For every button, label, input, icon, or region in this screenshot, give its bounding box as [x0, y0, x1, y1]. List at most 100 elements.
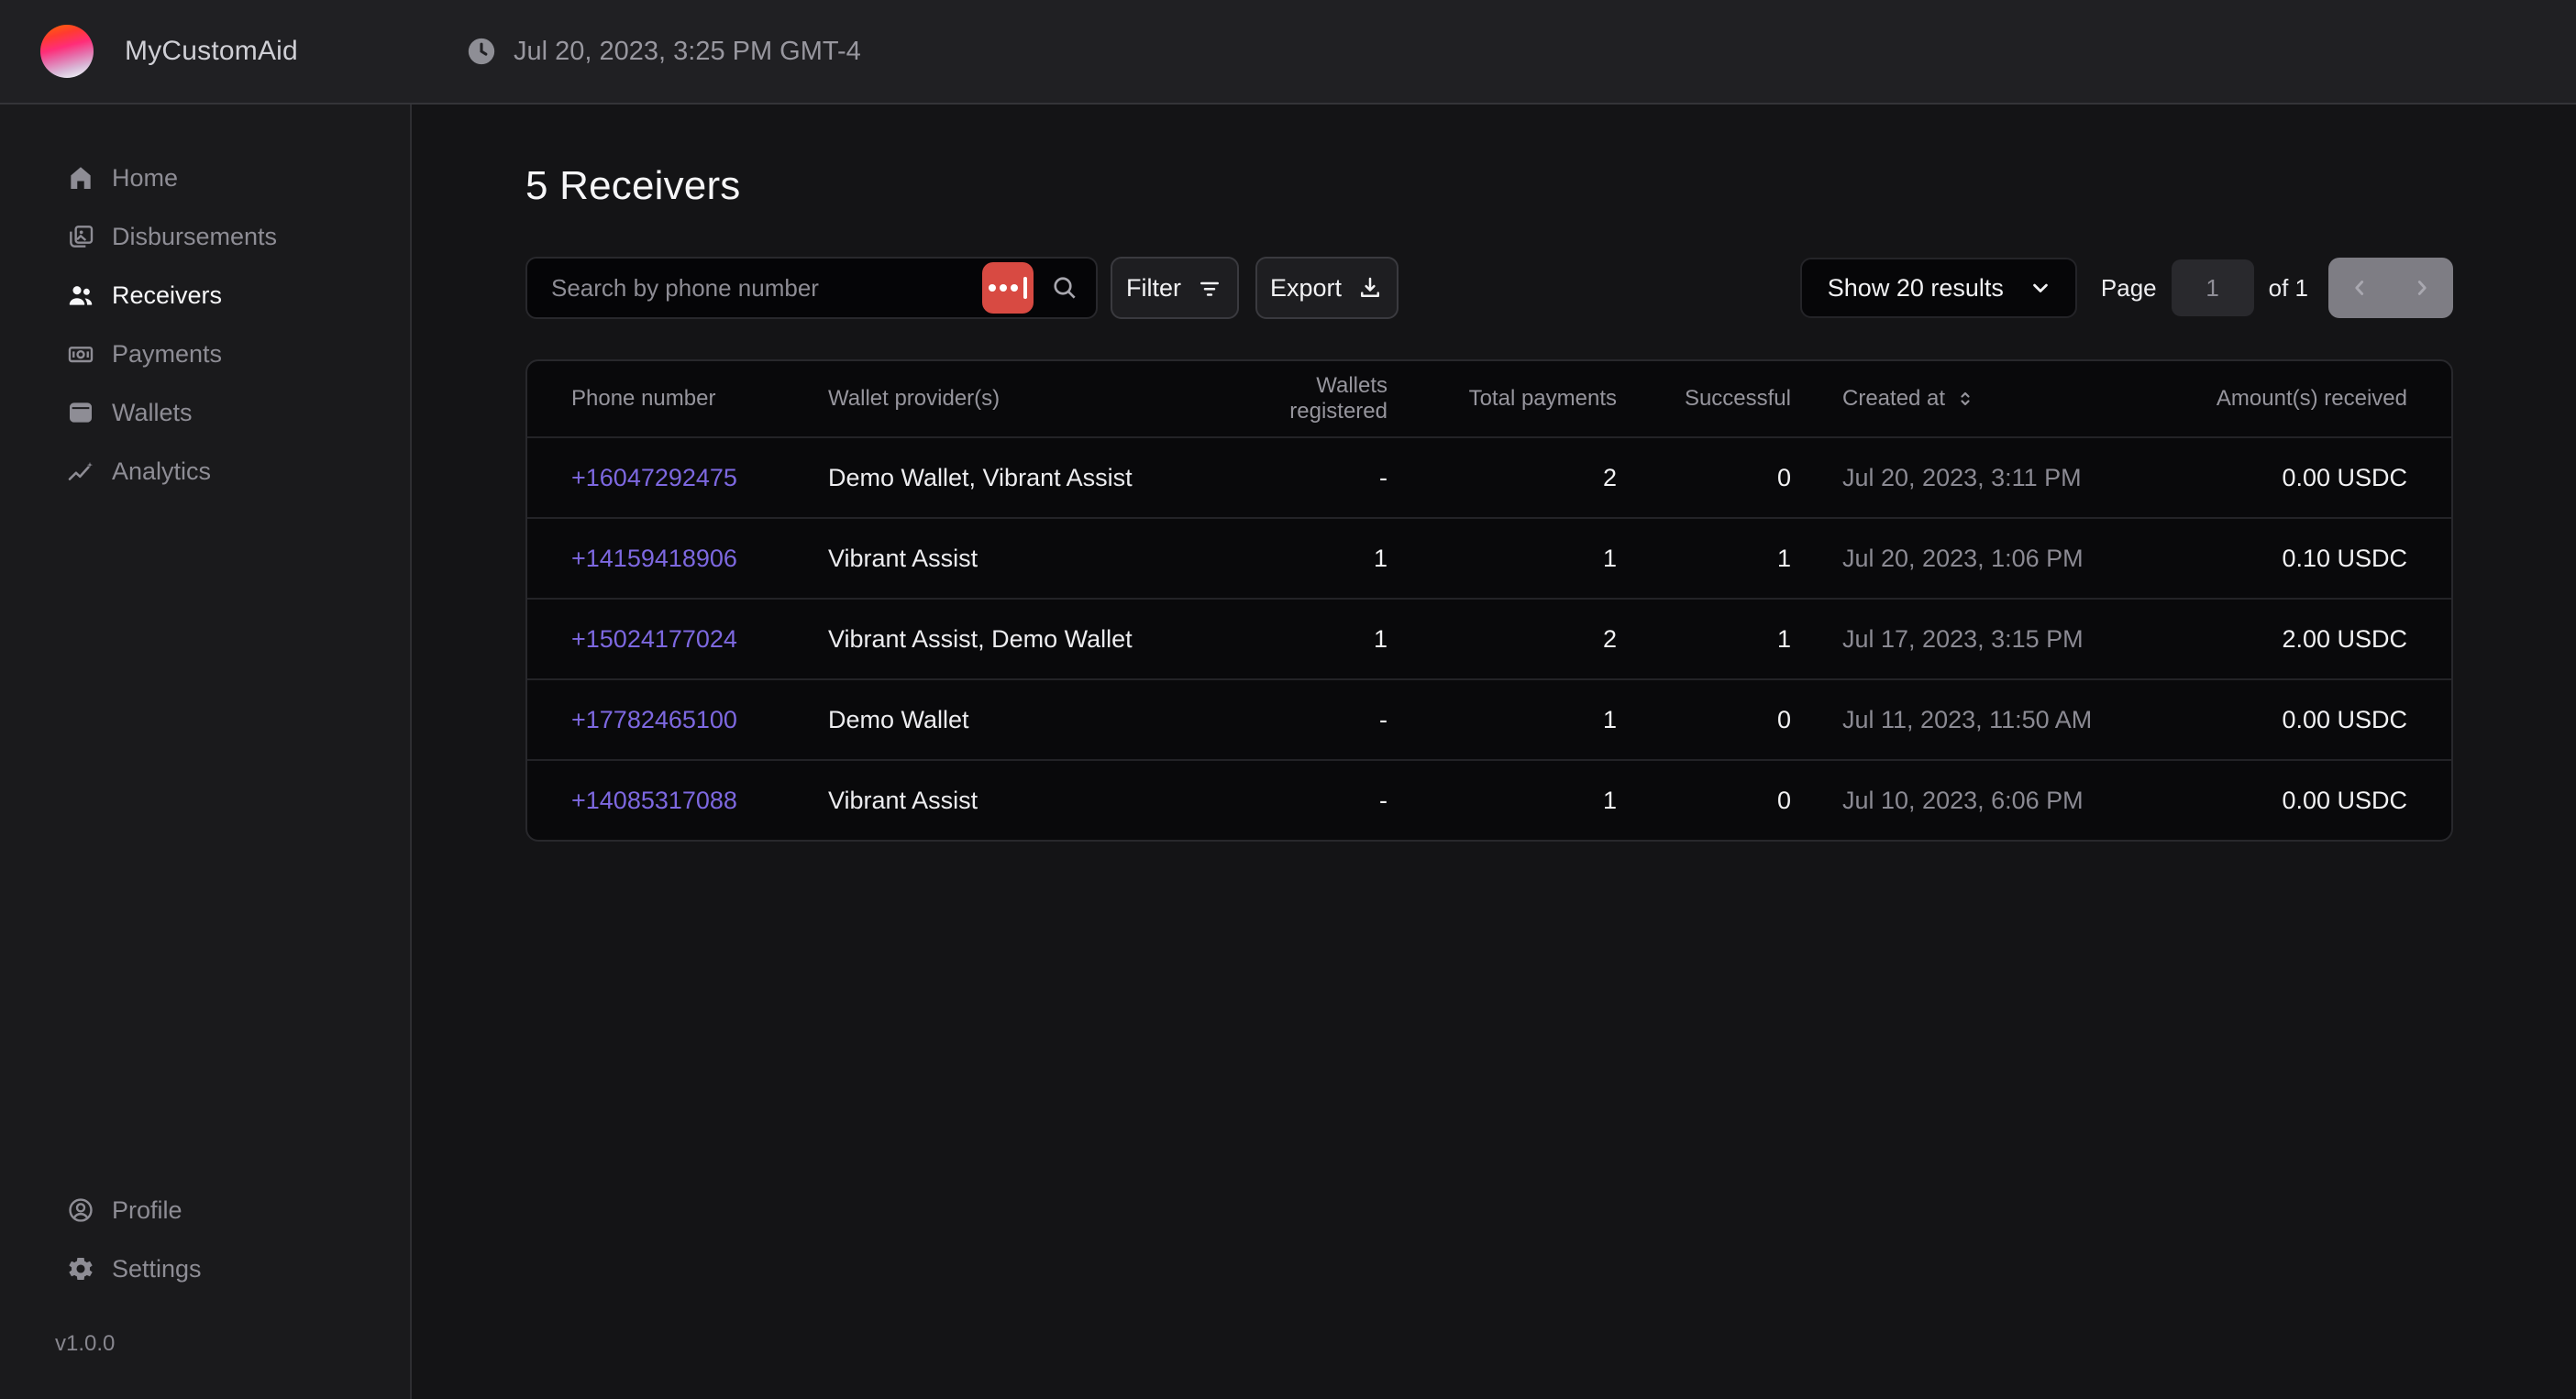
sidebar-item-label: Home [112, 164, 178, 193]
app-name: MyCustomAid [125, 36, 298, 67]
phone-link[interactable]: +14159418906 [571, 545, 828, 573]
wallets-registered-cell: - [1222, 787, 1388, 815]
disbursements-icon [64, 220, 97, 253]
wallets-registered-cell: - [1222, 706, 1388, 734]
pagination: Show 20 results Page of 1 [1800, 258, 2453, 318]
export-button[interactable]: Export [1255, 257, 1399, 319]
created-at-cell: Jul 17, 2023, 3:15 PM [1791, 625, 2176, 654]
wallet-providers-cell: Demo Wallet [828, 706, 1222, 734]
sidebar-item-disbursements[interactable]: Disbursements [0, 207, 410, 266]
sidebar-item-label: Wallets [112, 399, 193, 427]
page-label: Page [2101, 274, 2157, 303]
successful-cell: 1 [1617, 545, 1791, 573]
receivers-icon [64, 279, 97, 312]
total-payments-cell: 1 [1388, 545, 1617, 573]
table-row[interactable]: +15024177024 Vibrant Assist, Demo Wallet… [527, 598, 2451, 678]
sidebar: Home Disbursements [0, 105, 412, 1399]
wallets-registered-cell: 1 [1222, 545, 1388, 573]
results-per-page-label: Show 20 results [1828, 274, 2004, 303]
toolbar: Filter Export Show 20 results [525, 257, 2453, 319]
amount-received-cell: 2.00 USDC [2176, 625, 2407, 654]
page-number-input[interactable] [2172, 259, 2254, 316]
table-row[interactable]: +14159418906 Vibrant Assist 1 1 1 Jul 20… [527, 517, 2451, 598]
page-title: 5 Receivers [525, 163, 2453, 209]
sidebar-item-label: Receivers [112, 281, 222, 310]
gear-icon [64, 1252, 97, 1285]
wallets-registered-cell: 1 [1222, 625, 1388, 654]
successful-cell: 0 [1617, 464, 1791, 492]
column-header-wallet-providers: Wallet provider(s) [828, 386, 1222, 412]
download-icon [1356, 274, 1384, 302]
sidebar-item-settings[interactable]: Settings [0, 1239, 410, 1298]
profile-icon [64, 1194, 97, 1227]
search-field [525, 257, 1098, 319]
successful-cell: 0 [1617, 787, 1791, 815]
sidebar-item-payments[interactable]: Payments [0, 325, 410, 383]
wallet-providers-cell: Vibrant Assist, Demo Wallet [828, 625, 1222, 654]
amount-received-cell: 0.00 USDC [2176, 464, 2407, 492]
sidebar-item-wallets[interactable]: Wallets [0, 383, 410, 442]
sidebar-item-label: Profile [112, 1196, 182, 1225]
password-manager-icon[interactable] [982, 262, 1034, 314]
current-datetime: Jul 20, 2023, 3:25 PM GMT-4 [466, 36, 861, 67]
total-payments-cell: 2 [1388, 625, 1617, 654]
sidebar-item-receivers[interactable]: Receivers [0, 266, 410, 325]
total-payments-cell: 1 [1388, 787, 1617, 815]
search-icon [1050, 273, 1079, 303]
app-window: MyCustomAid Jul 20, 2023, 3:25 PM GMT-4 … [0, 0, 2576, 1399]
sidebar-item-analytics[interactable]: Analytics [0, 442, 410, 501]
phone-link[interactable]: +16047292475 [571, 464, 828, 492]
search-input[interactable] [551, 274, 966, 303]
sidebar-item-home[interactable]: Home [0, 149, 410, 207]
clock-icon [466, 36, 497, 67]
app-logo [40, 25, 94, 78]
page-of-label: of 1 [2269, 274, 2308, 303]
home-icon [64, 161, 97, 194]
amount-received-cell: 0.00 USDC [2176, 706, 2407, 734]
created-at-cell: Jul 20, 2023, 3:11 PM [1791, 464, 2176, 492]
created-at-cell: Jul 20, 2023, 1:06 PM [1791, 545, 2176, 573]
wallet-providers-cell: Vibrant Assist [828, 787, 1222, 815]
total-payments-cell: 1 [1388, 706, 1617, 734]
brand: MyCustomAid [40, 25, 298, 78]
top-bar: MyCustomAid Jul 20, 2023, 3:25 PM GMT-4 [0, 0, 2576, 105]
column-header-successful: Successful [1617, 386, 1791, 412]
successful-cell: 1 [1617, 625, 1791, 654]
results-per-page-select[interactable]: Show 20 results [1800, 258, 2077, 318]
page-nav [2328, 258, 2453, 318]
amount-received-cell: 0.10 USDC [2176, 545, 2407, 573]
wallet-providers-cell: Vibrant Assist [828, 545, 1222, 573]
created-at-cell: Jul 10, 2023, 6:06 PM [1791, 787, 2176, 815]
sidebar-nav: Home Disbursements [0, 149, 410, 501]
sidebar-footer: Profile Settings v1.0.0 [0, 1181, 410, 1399]
column-header-created-at[interactable]: Created at [1842, 386, 1976, 412]
column-header-amount-received: Amount(s) received [2176, 386, 2407, 412]
chevron-right-icon [2410, 276, 2434, 300]
payments-icon [64, 337, 97, 370]
created-at-cell: Jul 11, 2023, 11:50 AM [1791, 706, 2176, 734]
previous-page-button[interactable] [2328, 258, 2391, 318]
filter-button[interactable]: Filter [1111, 257, 1239, 319]
filter-icon [1196, 274, 1223, 302]
total-payments-cell: 2 [1388, 464, 1617, 492]
sort-icon [1954, 388, 1976, 410]
app-version: v1.0.0 [55, 1331, 410, 1357]
phone-link[interactable]: +17782465100 [571, 706, 828, 734]
sidebar-item-profile[interactable]: Profile [0, 1181, 410, 1239]
chevron-down-icon [2028, 275, 2053, 301]
phone-link[interactable]: +15024177024 [571, 625, 828, 654]
wallet-providers-cell: Demo Wallet, Vibrant Assist [828, 464, 1222, 492]
sidebar-item-label: Disbursements [112, 223, 277, 251]
phone-link[interactable]: +14085317088 [571, 787, 828, 815]
table-row[interactable]: +16047292475 Demo Wallet, Vibrant Assist… [527, 436, 2451, 517]
wallets-icon [64, 396, 97, 429]
sidebar-item-label: Settings [112, 1255, 202, 1283]
next-page-button[interactable] [2391, 258, 2453, 318]
column-header-total-payments: Total payments [1388, 386, 1617, 412]
table-row[interactable]: +14085317088 Vibrant Assist - 1 0 Jul 10… [527, 759, 2451, 840]
chevron-left-icon [2348, 276, 2371, 300]
table-row[interactable]: +17782465100 Demo Wallet - 1 0 Jul 11, 2… [527, 678, 2451, 759]
column-header-phone: Phone number [571, 386, 828, 412]
filter-button-label: Filter [1126, 274, 1181, 303]
sidebar-item-label: Payments [112, 340, 222, 369]
